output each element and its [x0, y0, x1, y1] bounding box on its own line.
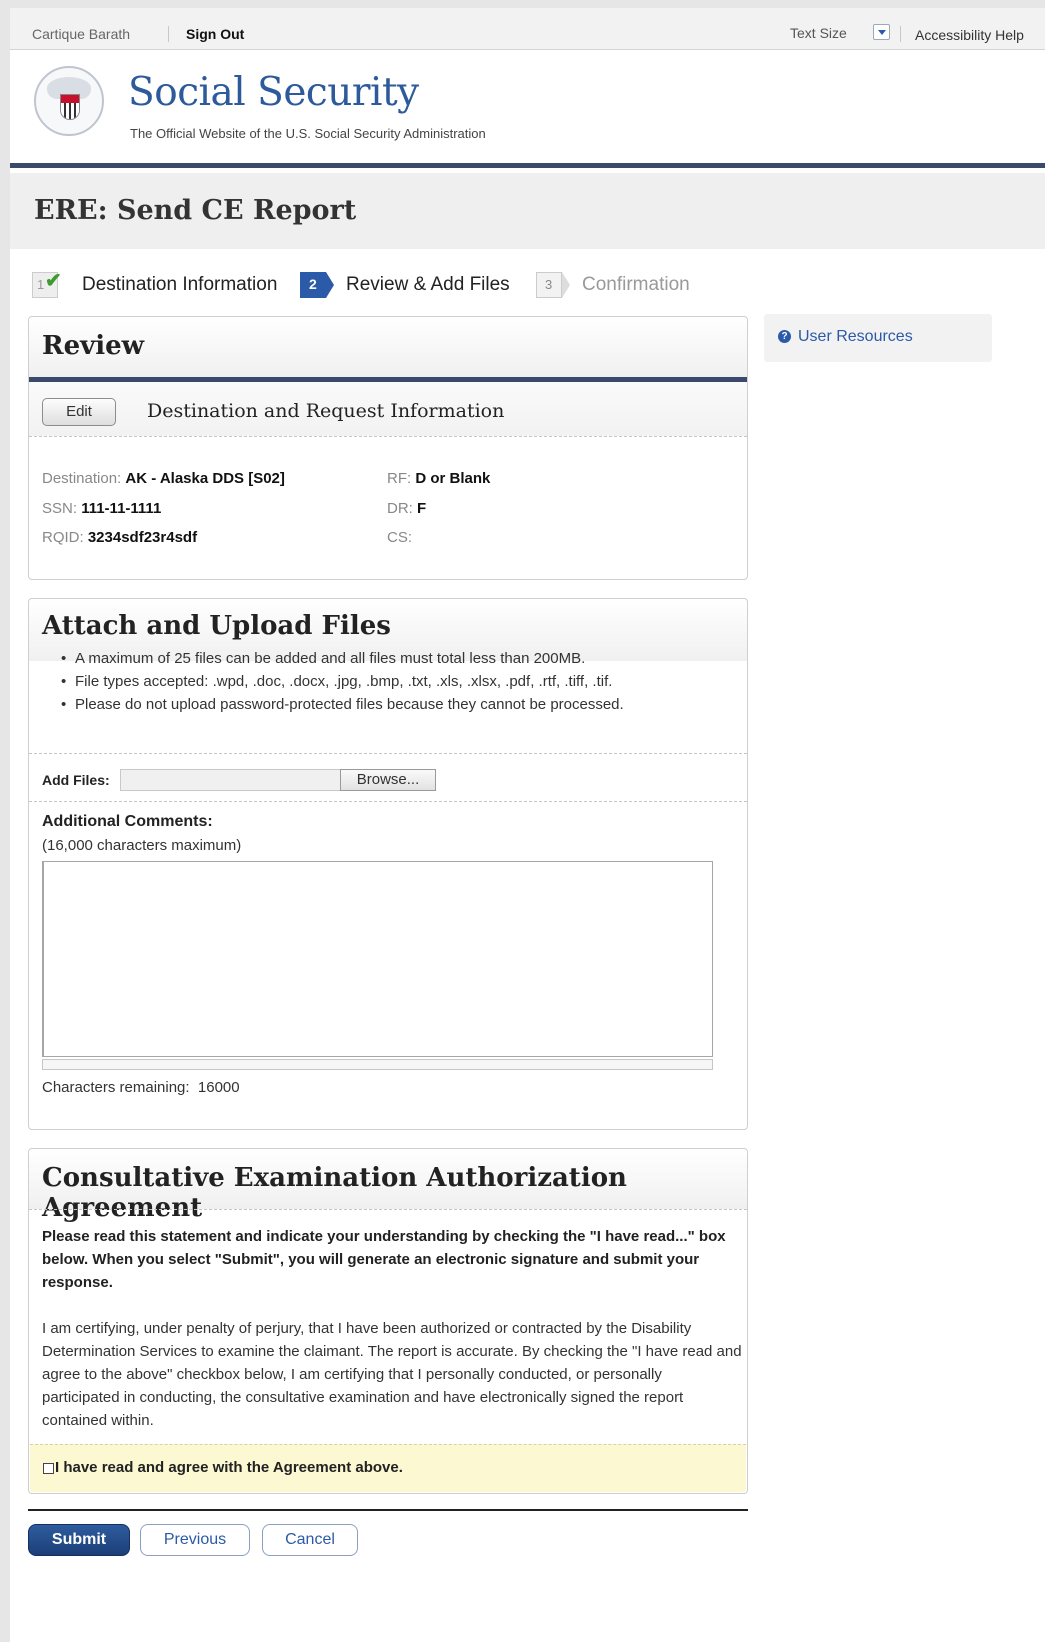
chars-remaining-label: Characters remaining: [42, 1079, 190, 1096]
rf-label: RF: [387, 470, 412, 487]
button-bar-divider [28, 1509, 748, 1511]
utility-separator [168, 26, 169, 42]
upload-rules-list: A maximum of 25 files can be added and a… [61, 647, 624, 716]
destination-subheader-title: Destination and Request Information [147, 400, 505, 422]
comments-hint: (16,000 characters maximum) [42, 837, 242, 854]
chars-remaining-value: 16000 [197, 1079, 240, 1096]
dr-label: DR: [387, 500, 413, 517]
site-subtitle: The Official Website of the U.S. Social … [130, 126, 486, 141]
destination-field: Destination: AK - Alaska DDS [S02] [42, 470, 285, 487]
agreement-instruction: Please read this statement and indicate … [42, 1228, 726, 1291]
ssn-label: SSN: [42, 500, 78, 517]
cs-field: CS: [387, 529, 412, 546]
checkmark-icon: ✔ [45, 270, 62, 292]
review-title: Review [42, 331, 145, 361]
attach-files-panel: Attach and Upload Files A maximum of 25 … [28, 598, 748, 1130]
dr-field: DR: F [387, 500, 426, 517]
agreement-panel: Consultative Examination Authorization A… [28, 1148, 748, 1494]
destination-value: AK - Alaska DDS [S02] [125, 470, 285, 487]
destination-label: Destination: [42, 470, 122, 487]
user-resources-link[interactable]: User Resources [798, 328, 913, 346]
site-header: Social Security The Official Website of … [10, 50, 1045, 168]
step-2-label: Review & Add Files [346, 274, 510, 295]
ssa-seal-logo[interactable] [34, 66, 104, 136]
dashed-divider [29, 1209, 747, 1210]
step-2-badge: 2 [300, 272, 334, 298]
agreement-title: Consultative Examination Authorization A… [42, 1163, 627, 1223]
site-title[interactable]: Social Security [128, 70, 419, 115]
page-title: ERE: Send CE Report [34, 195, 357, 226]
rqid-label: RQID: [42, 529, 84, 546]
rf-field: RF: D or Blank [387, 470, 490, 487]
agreement-panel-header: Consultative Examination Authorization A… [29, 1149, 747, 1223]
dr-value: F [417, 500, 427, 517]
accessibility-help-link[interactable]: Accessibility Help [915, 27, 1024, 43]
progress-steps: 1 ✔ Destination Information 2 Review & A… [30, 270, 730, 306]
agreement-statement: I am certifying, under penalty of perjur… [42, 1320, 742, 1429]
review-panel-header: Review [29, 317, 747, 377]
ssn-value: 111-11-1111 [81, 500, 162, 517]
submit-button[interactable]: Submit [28, 1524, 130, 1556]
review-panel: Review Edit Destination and Request Info… [28, 316, 748, 580]
utility-separator [900, 26, 901, 42]
dashed-divider [29, 436, 747, 437]
list-item: File types accepted: .wpd, .doc, .docx, … [61, 670, 624, 693]
step-1-badge: 1 ✔ [32, 270, 62, 298]
agree-checkbox-label[interactable]: I have read and agree with the Agreement… [55, 1459, 403, 1476]
previous-button[interactable]: Previous [140, 1524, 250, 1556]
cs-label: CS: [387, 529, 413, 546]
text-size-dropdown-icon[interactable] [873, 24, 890, 40]
ssn-field: SSN: 111-11-1111 [42, 500, 161, 517]
dashed-divider [29, 801, 747, 802]
rqid-field: RQID: 3234sdf23r4sdf [42, 529, 197, 546]
destination-subheader: Edit Destination and Request Information [29, 382, 747, 436]
sidebar: ? User Resources [764, 314, 992, 362]
step-1-number: 1 [37, 277, 45, 292]
step-1-label: Destination Information [82, 274, 278, 295]
sign-out-link[interactable]: Sign Out [186, 26, 244, 42]
list-item: A maximum of 25 files can be added and a… [61, 647, 624, 670]
user-name: Cartique Barath [32, 26, 131, 42]
step-3-badge: 3 [536, 272, 570, 298]
list-item: Please do not upload password-protected … [61, 693, 624, 716]
step-2-number: 2 [309, 276, 317, 292]
comments-textarea[interactable] [42, 861, 713, 1057]
attach-title: Attach and Upload Files [42, 611, 391, 641]
edit-button[interactable]: Edit [42, 398, 116, 426]
rf-value: D or Blank [415, 470, 491, 487]
comments-label: Additional Comments: [42, 813, 213, 830]
add-files-label: Add Files: [42, 772, 110, 788]
utility-bar: Cartique Barath Sign Out Text Size Acces… [10, 8, 1045, 50]
file-path-input[interactable] [120, 769, 342, 791]
agreement-checkbox-row: I have read and agree with the Agreement… [30, 1444, 746, 1492]
help-icon[interactable]: ? [778, 330, 791, 343]
step-3-number: 3 [545, 277, 553, 292]
browse-button[interactable]: Browse... [340, 769, 436, 791]
agree-checkbox[interactable] [43, 1463, 54, 1474]
dashed-divider [29, 753, 747, 754]
comments-scrollbar[interactable] [42, 1059, 713, 1070]
step-3-label: Confirmation [582, 274, 690, 295]
rqid-value: 3234sdf23r4sdf [87, 529, 198, 546]
chars-remaining: Characters remaining: 16000 [42, 1079, 240, 1096]
cancel-button[interactable]: Cancel [262, 1524, 358, 1556]
page-title-band: ERE: Send CE Report [10, 173, 1045, 249]
text-size-label: Text Size [790, 25, 847, 41]
shield-icon [60, 94, 80, 120]
